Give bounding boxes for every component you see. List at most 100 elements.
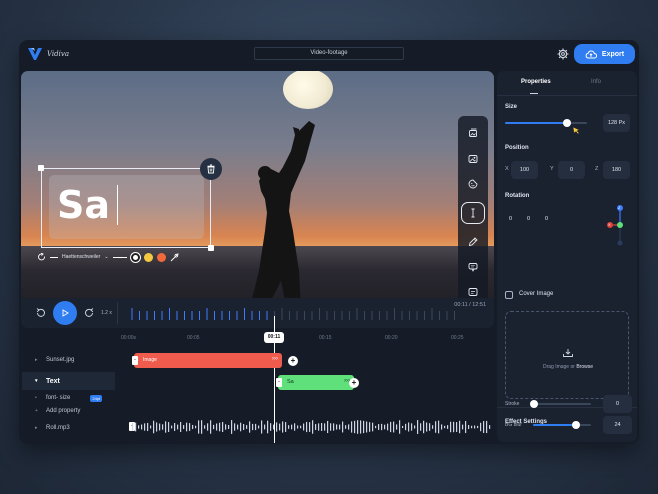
- resize-handle-bottom-right[interactable]: [208, 245, 214, 251]
- tab-properties[interactable]: Properties: [521, 79, 551, 85]
- layer-text[interactable]: ▾ Text: [22, 372, 115, 390]
- layer-sunset[interactable]: ▸ Sunset.jpg: [22, 353, 115, 367]
- tool-text[interactable]: [461, 202, 485, 224]
- add-property[interactable]: + Add property: [22, 404, 115, 418]
- bg-blur-slider-thumb[interactable]: [572, 421, 580, 429]
- color-swatch-yellow[interactable]: [144, 253, 153, 262]
- clip-arrows: ›››: [272, 356, 278, 362]
- image-dropzone[interactable]: Drag Image or Browse: [505, 311, 629, 399]
- waveform-bar: [489, 425, 490, 429]
- stroke-slider[interactable]: [533, 403, 591, 405]
- tool-image[interactable]: [465, 151, 481, 167]
- waveform-bar: [306, 422, 307, 432]
- waveform-bar: [372, 423, 373, 432]
- image-clip[interactable]: - Image ›››: [134, 353, 282, 368]
- tab-indicator: [530, 93, 538, 94]
- tool-comment[interactable]: [465, 259, 481, 275]
- position-y-label: Y: [550, 166, 554, 172]
- add-property-label: Add property: [46, 408, 80, 414]
- waveform-bar: [159, 424, 160, 431]
- text-layer-content[interactable]: Sa: [57, 183, 110, 227]
- waveform-bar: [390, 422, 391, 432]
- video-preview[interactable]: Sa Haettenschweiler ⌄: [21, 71, 494, 328]
- timeline-ruler[interactable]: 00:00s 00:05 00:15 00:20 00:25: [109, 335, 494, 343]
- trash-icon: [206, 164, 216, 174]
- stroke-value[interactable]: 0: [603, 395, 632, 413]
- property-font-size[interactable]: • font- size 24pt: [22, 391, 115, 405]
- timeline-tracks: ▸ Sunset.jpg ▾ Text • font- size 24pt + …: [22, 347, 494, 442]
- waveform-bar: [399, 420, 400, 433]
- rewind-icon[interactable]: [35, 307, 47, 319]
- file-name-field[interactable]: Video-footage: [254, 47, 404, 60]
- color-swatch-orange[interactable]: [157, 253, 166, 262]
- size-value[interactable]: 128 Px: [603, 114, 630, 132]
- top-bar: Vidiva Video-footage Export: [19, 40, 639, 68]
- clip-trim-handle[interactable]: -: [132, 356, 138, 365]
- rotate-handle-icon[interactable]: [38, 253, 46, 261]
- waveform-bar: [411, 423, 412, 430]
- tool-sticker[interactable]: [465, 176, 481, 192]
- text-cursor-icon: [468, 208, 478, 218]
- playback-speed[interactable]: 1.2 x: [101, 310, 112, 316]
- bg-blur-value[interactable]: 24: [603, 416, 632, 434]
- rotation-y-value[interactable]: 0: [527, 216, 530, 222]
- waveform-bar: [201, 420, 202, 434]
- resize-handle-top-left[interactable]: [38, 165, 44, 171]
- tool-draw[interactable]: [465, 234, 481, 250]
- waveform-bar: [153, 421, 154, 434]
- rotation-x-value[interactable]: 0: [509, 216, 512, 222]
- font-family-select[interactable]: Haettenschweiler: [62, 254, 100, 260]
- text-style-bar: Haettenschweiler ⌄: [38, 252, 179, 262]
- waveform-bar: [228, 425, 229, 429]
- waveform-bar: [288, 425, 289, 429]
- export-label: Export: [602, 51, 624, 58]
- position-z-input[interactable]: 180: [603, 161, 630, 179]
- waveform-bar: [447, 425, 448, 429]
- color-swatch-white[interactable]: [131, 253, 140, 262]
- waveform-bar: [426, 422, 427, 431]
- waveform-bar: [231, 420, 232, 434]
- rotation-z-value[interactable]: 0: [545, 216, 548, 222]
- delete-button[interactable]: [200, 158, 222, 180]
- text-clip[interactable]: - Sa ›››: [278, 375, 354, 390]
- audio-waveform[interactable]: [130, 419, 494, 435]
- waveform-bar: [417, 420, 418, 434]
- scrub-ticks[interactable]: [130, 308, 464, 320]
- text-cursor: [117, 185, 118, 225]
- waveform-bar: [213, 425, 214, 429]
- collapse-icon[interactable]: ▾: [35, 378, 38, 384]
- waveform-bar: [432, 425, 433, 429]
- stroke-slider-thumb[interactable]: [530, 400, 538, 408]
- waveform-bar: [210, 420, 211, 433]
- add-clip-button[interactable]: +: [288, 356, 298, 366]
- playhead-time[interactable]: 00:11: [264, 332, 284, 343]
- browse-link[interactable]: Browse: [576, 364, 593, 370]
- dropzone-hint: Drag Image or: [543, 364, 576, 370]
- clip-trim-handle[interactable]: -: [276, 378, 282, 387]
- layer-audio[interactable]: ▸ Roll.mp3: [22, 421, 115, 435]
- play-button[interactable]: [53, 301, 77, 325]
- waveform-bar: [282, 421, 283, 432]
- tool-media[interactable]: [465, 125, 481, 141]
- tools-rail: [458, 116, 488, 328]
- position-y-input[interactable]: 0: [558, 161, 585, 179]
- export-button[interactable]: Export: [574, 44, 635, 64]
- position-x-input[interactable]: 100: [511, 161, 538, 179]
- waveform-bar: [465, 421, 466, 433]
- waveform-bar: [339, 425, 340, 430]
- gear-icon[interactable]: [557, 48, 569, 60]
- add-clip-button[interactable]: +: [349, 378, 359, 388]
- property-label: font- size: [46, 395, 70, 401]
- expand-icon[interactable]: ▸: [35, 357, 38, 363]
- waveform-bar: [276, 422, 277, 431]
- forward-icon[interactable]: [83, 307, 95, 319]
- cover-image-checkbox[interactable]: [505, 291, 513, 299]
- color-picker-icon[interactable]: [170, 253, 179, 262]
- waveform-bar: [168, 422, 169, 432]
- tab-info[interactable]: Info: [591, 79, 601, 85]
- chevron-down-icon[interactable]: ⌄: [104, 254, 108, 260]
- clip-label: Image: [143, 357, 157, 363]
- expand-icon[interactable]: ▸: [35, 425, 38, 431]
- brand-name: Vidiva: [47, 50, 69, 58]
- size-slider-thumb[interactable]: [563, 119, 571, 127]
